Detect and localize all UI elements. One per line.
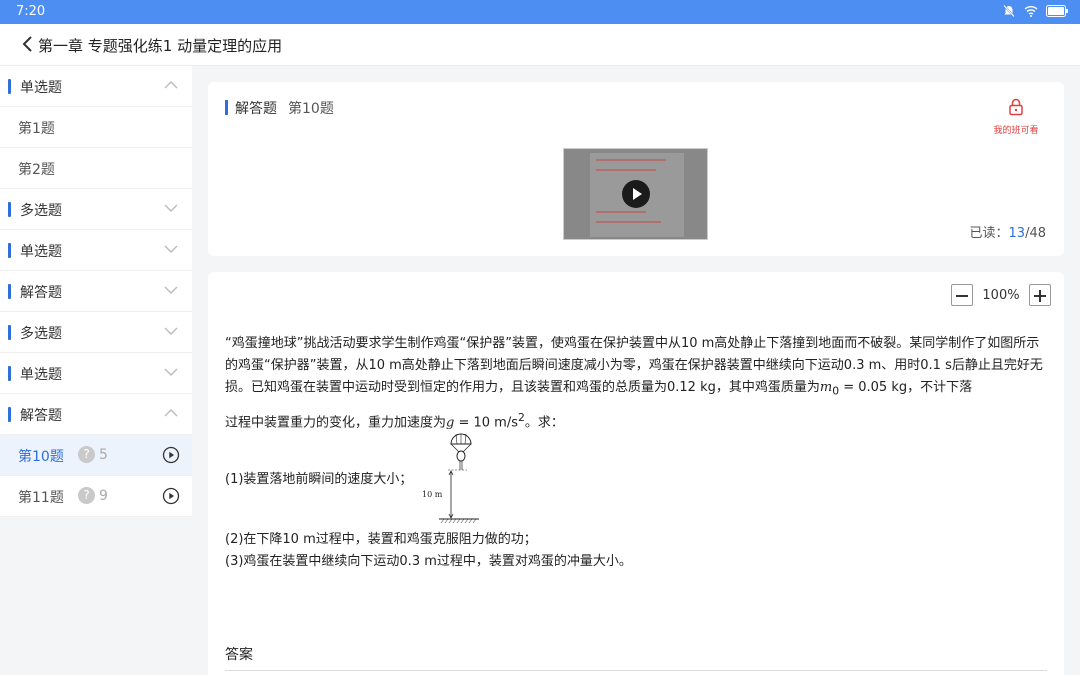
wifi-icon — [1024, 6, 1038, 17]
chevron-down-icon — [164, 286, 178, 294]
g-exponent: 2 — [518, 410, 525, 424]
chevron-down-icon — [164, 245, 178, 253]
question-label: 第2题 — [18, 162, 55, 178]
question-count-badge: ? 5 — [78, 446, 108, 463]
chevron-down-icon — [164, 327, 178, 335]
video-preview-line — [596, 169, 656, 171]
sidebar-section-short-answer-1[interactable]: 解答题 — [0, 271, 192, 312]
question-sidebar: 单选题 第1题 第2题 多选题 单选题 解答题 多选题 单选题 解答题 第10题 — [0, 66, 192, 517]
question-count-badge: ? 9 — [78, 487, 108, 504]
question-video-card: 解答题 第10题 我的班可看 已读：13/48 — [208, 82, 1064, 256]
section-label: 单选题 — [20, 244, 62, 260]
zoom-control: 100% — [951, 284, 1051, 306]
question-label: 第11题 — [18, 490, 64, 506]
sidebar-section-single-choice-2[interactable]: 单选题 — [0, 230, 192, 271]
sidebar-item-q1[interactable]: 第1题 — [0, 107, 192, 148]
sidebar-section-single-choice-3[interactable]: 单选题 — [0, 353, 192, 394]
parachute-diagram — [439, 433, 479, 524]
section-marker — [8, 79, 11, 94]
section-label: 单选题 — [20, 367, 62, 383]
section-marker — [8, 366, 11, 381]
section-marker — [8, 202, 11, 217]
chevron-up-icon — [164, 81, 178, 89]
sub-question-3: (3)鸡蛋在装置中继续向下运动0.3 m过程中，装置对鸡蛋的冲量大小。 — [225, 554, 632, 569]
read-count: 已读：13/48 — [970, 222, 1046, 241]
stem-text-2: 过程中装置重力的变化，重力加速度为 — [225, 414, 447, 430]
question-label: 第1题 — [18, 121, 55, 137]
m0-symbol: m — [819, 380, 833, 395]
top-app-bar: 第一章 专题强化练1 动量定理的应用 — [0, 24, 1080, 66]
m0-value: = 0.05 kg，不计下落 — [839, 380, 973, 395]
lock-icon — [1009, 98, 1023, 116]
question-count: 5 — [99, 446, 108, 463]
g-tail: 。求： — [524, 414, 564, 430]
section-marker — [225, 100, 228, 115]
video-preview-line — [596, 221, 661, 223]
section-marker — [8, 325, 11, 340]
section-marker — [8, 243, 11, 258]
video-preview-line — [596, 159, 666, 161]
lock-label: 我的班可看 — [993, 126, 1039, 136]
sidebar-section-multi-choice-1[interactable]: 多选题 — [0, 189, 192, 230]
bell-off-icon — [1003, 4, 1015, 18]
page-title: 第一章 专题强化练1 动量定理的应用 — [38, 37, 283, 55]
question-mark-icon: ? — [78, 446, 95, 463]
play-icon[interactable] — [622, 180, 650, 208]
question-label: 第10题 — [18, 449, 64, 465]
read-total: /48 — [1025, 226, 1046, 241]
sidebar-section-single-choice-1[interactable]: 单选题 — [0, 66, 192, 107]
height-label: 10 m — [422, 490, 443, 499]
question-count: 9 — [99, 487, 108, 504]
sidebar-item-q10[interactable]: 第10题 ? 5 — [0, 435, 192, 476]
zoom-level: 100% — [982, 287, 1020, 303]
play-circle-icon[interactable] — [162, 446, 180, 464]
read-label: 已读： — [969, 226, 1009, 241]
question-mark-icon: ? — [78, 487, 95, 504]
status-bar: 7:20 — [0, 0, 1080, 24]
play-circle-icon[interactable] — [162, 487, 180, 505]
section-marker — [8, 284, 11, 299]
sub-question-1: (1)装置落地前瞬间的速度大小； — [225, 472, 413, 487]
chevron-down-icon — [164, 204, 178, 212]
status-time: 7:20 — [16, 4, 46, 19]
question-number: 第10题 — [288, 101, 334, 117]
class-visibility-button[interactable]: 我的班可看 — [986, 98, 1046, 137]
section-label: 解答题 — [20, 408, 62, 424]
chevron-up-icon — [164, 409, 178, 417]
question-content-card: 100% “鸡蛋撞地球”挑战活动要求学生制作鸡蛋“保护器”装置，使鸡蛋在保护装置… — [208, 272, 1064, 675]
back-arrow-icon[interactable] — [20, 34, 36, 54]
section-label: 多选题 — [20, 203, 62, 219]
sub-question-2: (2)在下降10 m过程中，装置和鸡蛋克服阻力做的功； — [225, 532, 537, 547]
question-stem: “鸡蛋撞地球”挑战活动要求学生制作鸡蛋“保护器”装置，使鸡蛋在保护装置中从10 … — [225, 333, 1047, 434]
answer-divider — [225, 670, 1047, 671]
battery-icon — [1046, 5, 1068, 17]
g-value: = 10 m/s — [454, 414, 518, 430]
section-label: 解答题 — [20, 285, 62, 301]
zoom-in-button[interactable] — [1029, 284, 1051, 306]
zoom-out-button[interactable] — [951, 284, 973, 306]
question-type: 解答题 — [235, 101, 277, 117]
section-label: 多选题 — [20, 326, 62, 342]
sidebar-section-multi-choice-2[interactable]: 多选题 — [0, 312, 192, 353]
answer-heading: 答案 — [225, 647, 253, 663]
egg-protector-figure: 10 m — [413, 430, 483, 524]
sidebar-item-q11[interactable]: 第11题 ? 9 — [0, 476, 192, 517]
video-thumbnail[interactable] — [563, 148, 708, 240]
sidebar-section-short-answer-2[interactable]: 解答题 — [0, 394, 192, 435]
video-preview-line — [596, 211, 646, 213]
chevron-down-icon — [164, 368, 178, 376]
section-label: 单选题 — [20, 80, 62, 96]
stem-line-2: 过程中装置重力的变化，重力加速度为g = 10 m/s2。求： — [225, 407, 1047, 434]
read-count-value: 13 — [1008, 226, 1026, 241]
section-marker — [8, 407, 11, 422]
status-icons — [1002, 4, 1068, 18]
sidebar-item-q2[interactable]: 第2题 — [0, 148, 192, 189]
